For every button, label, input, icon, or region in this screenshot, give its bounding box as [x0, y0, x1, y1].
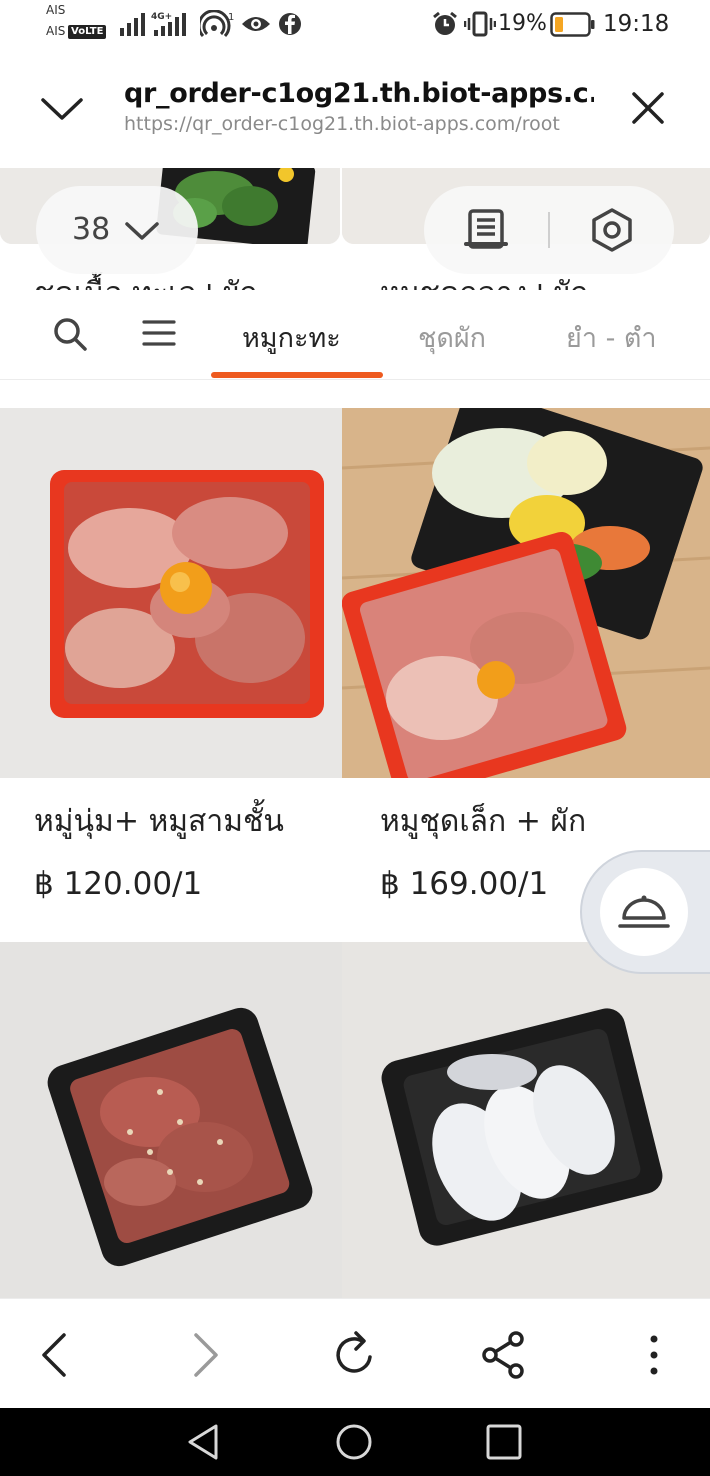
- divider: [548, 212, 550, 248]
- menu-icon[interactable]: [142, 318, 176, 348]
- table-number: 38: [72, 212, 111, 247]
- page-title: qr_order-c1og21.th.biot-apps.c...: [124, 78, 594, 109]
- nav-recents-icon[interactable]: [484, 1422, 524, 1462]
- product-card[interactable]: [0, 942, 344, 1298]
- product-card[interactable]: หมู่นุ่ม+ หมูสามชั้น ฿ 120.00/1: [0, 408, 344, 940]
- product-card[interactable]: [342, 942, 710, 1298]
- share-icon[interactable]: [476, 1327, 532, 1383]
- battery-percent: 19%: [498, 11, 547, 36]
- tab-vegetable-set[interactable]: ชุดผัก: [418, 316, 486, 359]
- product-image: [342, 942, 710, 1298]
- nav-back-icon[interactable]: [184, 1422, 224, 1462]
- order-list-icon[interactable]: [462, 208, 510, 252]
- more-options-icon[interactable]: [626, 1327, 682, 1383]
- signal-icon: [120, 13, 145, 36]
- table-selector[interactable]: 38: [36, 186, 198, 274]
- product-name: หมูชุดเล็ก + ผัก: [380, 804, 587, 839]
- service-bell-container: [600, 868, 688, 956]
- pork-tray-image: [0, 408, 344, 778]
- hotspot-icon: 1: [200, 10, 234, 38]
- tab-moo-kratha[interactable]: หมูกะทะ: [242, 316, 341, 359]
- facebook-icon: [279, 13, 301, 35]
- chevron-down-icon: [125, 222, 159, 240]
- browser-header: qr_order-c1og21.th.biot-apps.c... https:…: [0, 50, 710, 168]
- service-bell-icon: [618, 895, 670, 928]
- network-type: 4G+: [151, 12, 172, 22]
- signal-4g-icon: 4G+: [151, 12, 186, 36]
- refresh-icon[interactable]: [326, 1327, 382, 1383]
- product-image: [0, 408, 344, 778]
- eye-icon: [242, 17, 270, 31]
- product-image: [0, 942, 344, 1298]
- carrier-label-2: AIS: [46, 24, 66, 38]
- carrier-label: AIS: [46, 3, 66, 17]
- settings-icon[interactable]: [588, 208, 636, 252]
- product-price: ฿ 120.00/1: [34, 866, 203, 902]
- system-navigation-bar: [0, 1408, 710, 1476]
- tab-salad[interactable]: ยำ - ตำ: [566, 316, 657, 359]
- active-tab-indicator: [211, 372, 383, 378]
- call-service-button[interactable]: [580, 850, 710, 974]
- vibrate-icon: [464, 11, 496, 37]
- search-icon[interactable]: [52, 316, 88, 352]
- web-content: ชุดเนื้อ ทะเล+ผัก หมูชุดกลาง+ผัก 38 หมูก: [0, 168, 710, 1298]
- nav-home-icon[interactable]: [334, 1422, 374, 1462]
- page-url[interactable]: https://qr_order-c1og21.th.biot-apps.com…: [124, 113, 594, 135]
- volte-badge: VoLTE: [68, 25, 107, 39]
- clock: 19:18: [603, 11, 670, 37]
- product-name: หมู่นุ่ม+ หมูสามชั้น: [34, 804, 284, 839]
- back-icon[interactable]: [28, 1327, 84, 1383]
- squid-tray-image: [342, 942, 710, 1298]
- beef-tray-image: [0, 942, 344, 1298]
- product-image: [342, 408, 710, 778]
- collapse-chevron-icon[interactable]: [38, 90, 86, 130]
- tools-pill: [424, 186, 674, 274]
- browser-toolbar: [0, 1298, 710, 1408]
- close-icon[interactable]: [626, 86, 670, 130]
- product-price: ฿ 169.00/1: [380, 866, 549, 902]
- pork-and-vegetable-set-image: [342, 408, 710, 778]
- battery-icon: [550, 12, 595, 37]
- category-nav: หมูกะทะ ชุดผัก ยำ - ตำ: [0, 290, 710, 380]
- status-bar: AIS AIS VoLTE 4G+ 1 19% 19:18: [0, 0, 710, 50]
- hotspot-count: 1: [228, 12, 234, 23]
- alarm-icon: [433, 11, 457, 35]
- forward-icon[interactable]: [176, 1327, 232, 1383]
